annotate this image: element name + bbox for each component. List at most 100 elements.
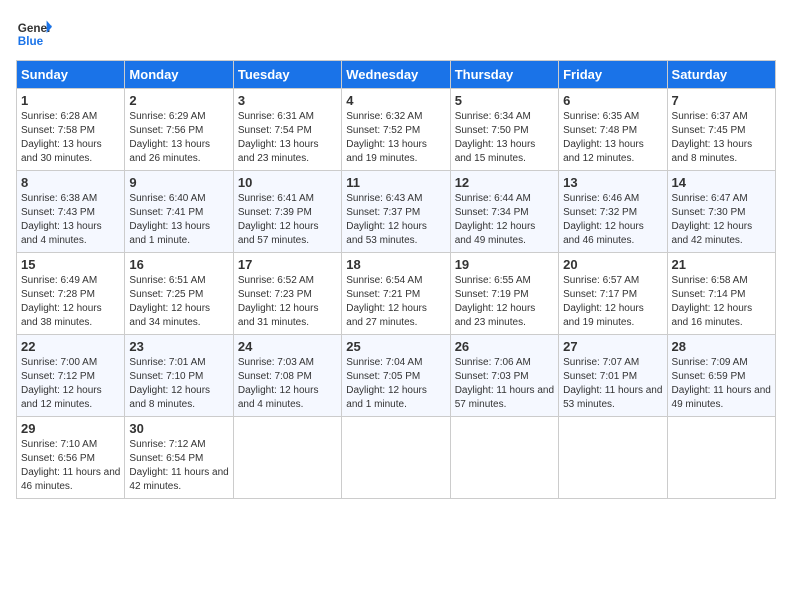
calendar-cell: 27Sunrise: 7:07 AMSunset: 7:01 PMDayligh… <box>559 335 667 417</box>
cell-date: 18 <box>346 257 445 272</box>
cell-info: Sunrise: 6:40 AMSunset: 7:41 PMDaylight:… <box>129 192 228 248</box>
calendar-cell: 16 Sunrise: 6:51 AMSunset: 7:25 PMDayligh… <box>125 253 233 335</box>
cell-info: Sunrise: 7:12 AMSunset: 6:54 PMDaylight:… <box>129 438 228 494</box>
week-row-5: 29Sunrise: 7:10 AMSunset: 6:56 PMDayligh… <box>17 417 776 499</box>
calendar-cell: 11 Sunrise: 6:43 AMSunset: 7:37 PMDayligh… <box>342 171 450 253</box>
cell-info: Sunrise: 6:44 AMSunset: 7:34 PMDaylight:… <box>455 192 554 248</box>
cell-date: 19 <box>455 257 554 272</box>
calendar-cell: 17 Sunrise: 6:52 AMSunset: 7:23 PMDayligh… <box>233 253 341 335</box>
cell-date: 2 <box>129 93 228 108</box>
cell-info: Sunrise: 6:28 AMSunset: 7:58 PMDaylight:… <box>21 110 120 166</box>
cell-date: 12 <box>455 175 554 190</box>
cell-date: 5 <box>455 93 554 108</box>
cell-date: 11 <box>346 175 445 190</box>
cell-info: Sunrise: 6:54 AMSunset: 7:21 PMDaylight:… <box>346 274 445 330</box>
cell-info: Sunrise: 6:34 AMSunset: 7:50 PMDaylight:… <box>455 110 554 166</box>
calendar-cell: 30 Sunrise: 7:12 AMSunset: 6:54 PMDayligh… <box>125 417 233 499</box>
weekday-header-sunday: Sunday <box>17 61 125 89</box>
calendar-cell: 12 Sunrise: 6:44 AMSunset: 7:34 PMDayligh… <box>450 171 558 253</box>
calendar-cell: 2 Sunrise: 6:29 AMSunset: 7:56 PMDaylight… <box>125 89 233 171</box>
cell-info: Sunrise: 6:52 AMSunset: 7:23 PMDaylight:… <box>238 274 337 330</box>
calendar-cell: 20 Sunrise: 6:57 AMSunset: 7:17 PMDayligh… <box>559 253 667 335</box>
calendar-cell: 29Sunrise: 7:10 AMSunset: 6:56 PMDayligh… <box>17 417 125 499</box>
cell-date: 27 <box>563 339 662 354</box>
cell-date: 7 <box>672 93 771 108</box>
cell-date: 6 <box>563 93 662 108</box>
week-row-4: 22 Sunrise: 7:00 AMSunset: 7:12 PMDayligh… <box>17 335 776 417</box>
weekday-header-wednesday: Wednesday <box>342 61 450 89</box>
week-row-1: 1Sunrise: 6:28 AMSunset: 7:58 PMDaylight… <box>17 89 776 171</box>
calendar-cell: 23 Sunrise: 7:01 AMSunset: 7:10 PMDayligh… <box>125 335 233 417</box>
cell-date: 26 <box>455 339 554 354</box>
calendar-cell: 18 Sunrise: 6:54 AMSunset: 7:21 PMDayligh… <box>342 253 450 335</box>
calendar-cell: 19 Sunrise: 6:55 AMSunset: 7:19 PMDayligh… <box>450 253 558 335</box>
cell-info: Sunrise: 7:10 AMSunset: 6:56 PMDaylight:… <box>21 438 120 494</box>
calendar-cell: 4 Sunrise: 6:32 AMSunset: 7:52 PMDaylight… <box>342 89 450 171</box>
calendar-cell: 6 Sunrise: 6:35 AMSunset: 7:48 PMDaylight… <box>559 89 667 171</box>
calendar-cell: 1Sunrise: 6:28 AMSunset: 7:58 PMDaylight… <box>17 89 125 171</box>
cell-date: 8 <box>21 175 120 190</box>
cell-date: 24 <box>238 339 337 354</box>
cell-info: Sunrise: 6:35 AMSunset: 7:48 PMDaylight:… <box>563 110 662 166</box>
logo-icon: General Blue <box>16 16 52 52</box>
cell-info: Sunrise: 7:01 AMSunset: 7:10 PMDaylight:… <box>129 356 228 412</box>
cell-info: Sunrise: 7:00 AMSunset: 7:12 PMDaylight:… <box>21 356 120 412</box>
calendar-cell: 15Sunrise: 6:49 AMSunset: 7:28 PMDayligh… <box>17 253 125 335</box>
cell-info: Sunrise: 6:41 AMSunset: 7:39 PMDaylight:… <box>238 192 337 248</box>
cell-date: 4 <box>346 93 445 108</box>
week-row-3: 15Sunrise: 6:49 AMSunset: 7:28 PMDayligh… <box>17 253 776 335</box>
cell-date: 3 <box>238 93 337 108</box>
cell-info: Sunrise: 6:37 AMSunset: 7:45 PMDaylight:… <box>672 110 771 166</box>
cell-date: 22 <box>21 339 120 354</box>
calendar-cell: 10 Sunrise: 6:41 AMSunset: 7:39 PMDayligh… <box>233 171 341 253</box>
weekday-header-thursday: Thursday <box>450 61 558 89</box>
cell-info: Sunrise: 6:51 AMSunset: 7:25 PMDaylight:… <box>129 274 228 330</box>
calendar-cell: 14Sunrise: 6:47 AMSunset: 7:30 PMDayligh… <box>667 171 775 253</box>
calendar-cell: 7 Sunrise: 6:37 AMSunset: 7:45 PMDaylight… <box>667 89 775 171</box>
calendar-cell: 28 Sunrise: 7:09 AMSunset: 6:59 PMDayligh… <box>667 335 775 417</box>
cell-info: Sunrise: 6:46 AMSunset: 7:32 PMDaylight:… <box>563 192 662 248</box>
cell-date: 21 <box>672 257 771 272</box>
cell-date: 13 <box>563 175 662 190</box>
cell-date: 30 <box>129 421 228 436</box>
cell-date: 20 <box>563 257 662 272</box>
calendar-cell: 26 Sunrise: 7:06 AMSunset: 7:03 PMDayligh… <box>450 335 558 417</box>
calendar-cell <box>667 417 775 499</box>
weekday-header-tuesday: Tuesday <box>233 61 341 89</box>
calendar-cell: 5 Sunrise: 6:34 AMSunset: 7:50 PMDaylight… <box>450 89 558 171</box>
cell-info: Sunrise: 6:31 AMSunset: 7:54 PMDaylight:… <box>238 110 337 166</box>
cell-info: Sunrise: 6:58 AMSunset: 7:14 PMDaylight:… <box>672 274 771 330</box>
week-row-2: 8Sunrise: 6:38 AMSunset: 7:43 PMDaylight… <box>17 171 776 253</box>
cell-info: Sunrise: 6:47 AMSunset: 7:30 PMDaylight:… <box>672 192 771 248</box>
weekday-header-friday: Friday <box>559 61 667 89</box>
calendar-cell: 22 Sunrise: 7:00 AMSunset: 7:12 PMDayligh… <box>17 335 125 417</box>
cell-info: Sunrise: 7:04 AMSunset: 7:05 PMDaylight:… <box>346 356 445 412</box>
calendar-table: SundayMondayTuesdayWednesdayThursdayFrid… <box>16 60 776 499</box>
calendar-cell <box>450 417 558 499</box>
cell-date: 23 <box>129 339 228 354</box>
cell-info: Sunrise: 7:06 AMSunset: 7:03 PMDaylight:… <box>455 356 554 412</box>
page-header: General Blue <box>16 16 776 52</box>
cell-date: 28 <box>672 339 771 354</box>
calendar-cell: 24Sunrise: 7:03 AMSunset: 7:08 PMDayligh… <box>233 335 341 417</box>
cell-info: Sunrise: 6:43 AMSunset: 7:37 PMDaylight:… <box>346 192 445 248</box>
cell-date: 9 <box>129 175 228 190</box>
calendar-cell: 13 Sunrise: 6:46 AMSunset: 7:32 PMDayligh… <box>559 171 667 253</box>
weekday-header-row: SundayMondayTuesdayWednesdayThursdayFrid… <box>17 61 776 89</box>
cell-date: 17 <box>238 257 337 272</box>
calendar-cell: 25Sunrise: 7:04 AMSunset: 7:05 PMDayligh… <box>342 335 450 417</box>
cell-date: 16 <box>129 257 228 272</box>
cell-info: Sunrise: 6:29 AMSunset: 7:56 PMDaylight:… <box>129 110 228 166</box>
calendar-cell <box>342 417 450 499</box>
calendar-cell <box>559 417 667 499</box>
cell-info: Sunrise: 6:57 AMSunset: 7:17 PMDaylight:… <box>563 274 662 330</box>
logo: General Blue <box>16 16 52 52</box>
calendar-cell: 3 Sunrise: 6:31 AMSunset: 7:54 PMDaylight… <box>233 89 341 171</box>
cell-info: Sunrise: 6:32 AMSunset: 7:52 PMDaylight:… <box>346 110 445 166</box>
svg-text:Blue: Blue <box>18 35 44 48</box>
calendar-cell: 8Sunrise: 6:38 AMSunset: 7:43 PMDaylight… <box>17 171 125 253</box>
cell-info: Sunrise: 7:09 AMSunset: 6:59 PMDaylight:… <box>672 356 771 412</box>
weekday-header-monday: Monday <box>125 61 233 89</box>
cell-info: Sunrise: 6:55 AMSunset: 7:19 PMDaylight:… <box>455 274 554 330</box>
cell-date: 10 <box>238 175 337 190</box>
